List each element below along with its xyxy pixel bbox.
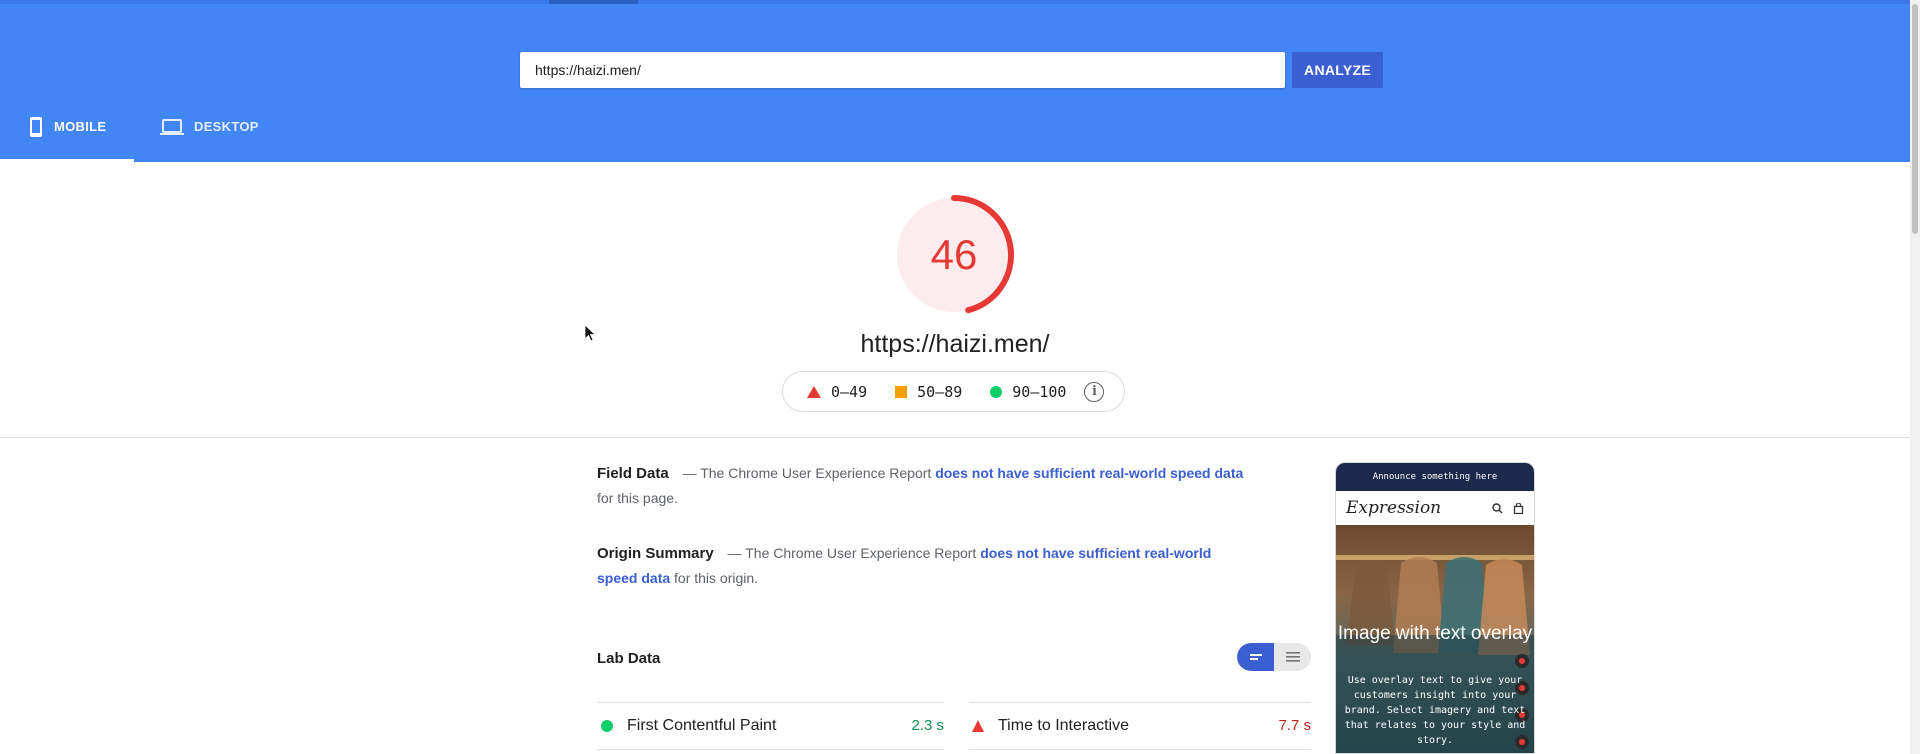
- preview-logo: Expression: [1346, 498, 1442, 518]
- field-data-title: Field Data: [597, 465, 669, 482]
- mouse-cursor-icon: [585, 325, 597, 342]
- metric-divider: [969, 749, 1311, 750]
- preview-nav: Expression: [1336, 491, 1534, 525]
- header-top-edge: [0, 0, 1910, 4]
- legend-average: 50–89: [895, 383, 962, 401]
- page-scrollbar[interactable]: [1910, 0, 1920, 754]
- detailed-view-toggle[interactable]: [1274, 643, 1311, 671]
- origin-summary-prefix: — The Chrome User Experience Report: [727, 545, 977, 561]
- preview-hero-body: Use overlay text to give your customers …: [1344, 675, 1526, 746]
- preview-announcement-bar: Announce something here: [1336, 463, 1534, 491]
- legend-pass-range: 90–100: [1012, 382, 1067, 401]
- circle-icon: [990, 385, 1003, 398]
- header-bar: ANALYZE MOBILE DESKTOP: [0, 0, 1910, 162]
- analyze-button[interactable]: ANALYZE: [1292, 52, 1383, 88]
- info-icon[interactable]: i: [1084, 381, 1105, 402]
- preview-hero-image: Image with text overlay Use overlay text…: [1336, 525, 1534, 753]
- field-data-link[interactable]: does not have sufficient real-world spee…: [935, 465, 1243, 481]
- full-list-icon: [1285, 652, 1300, 662]
- tab-desktop-label: DESKTOP: [194, 119, 259, 134]
- score-value: 46: [930, 231, 978, 278]
- legend-fail-range: 0–49: [831, 382, 868, 401]
- url-input[interactable]: [520, 52, 1285, 88]
- preview-hero-title: Image with text overlay: [1337, 623, 1533, 644]
- origin-summary-section: Origin Summary — The Chrome User Experie…: [597, 541, 1247, 590]
- scrollbar-thumb[interactable]: [1912, 4, 1918, 234]
- metric-time-to-interactive: Time to Interactive 7.7 s: [969, 702, 1311, 750]
- origin-summary-suffix: for this origin.: [674, 570, 759, 586]
- section-divider: [0, 437, 1910, 438]
- phone-icon: [28, 116, 44, 141]
- metric-label: Time to Interactive: [998, 716, 1130, 734]
- square-icon: [895, 385, 908, 398]
- lab-data-title: Lab Data: [597, 650, 661, 667]
- compact-list-icon: [1249, 654, 1262, 660]
- metric-divider: [597, 749, 944, 750]
- metric-first-contentful-paint: First Contentful Paint 2.3 s: [597, 702, 944, 750]
- pass-circle-icon: [601, 719, 613, 732]
- legend-average-range: 50–89: [917, 382, 963, 401]
- page-screenshot-preview: Announce something here Expression Image…: [1335, 462, 1535, 754]
- origin-summary-title: Origin Summary: [597, 545, 714, 562]
- summary-view-toggle[interactable]: [1237, 643, 1274, 671]
- triangle-icon: [807, 385, 821, 398]
- legend-fail: 0–49: [807, 383, 867, 401]
- field-data-section: Field Data — The Chrome User Experience …: [597, 461, 1247, 510]
- legend-pass: 90–100: [990, 383, 1066, 401]
- fail-triangle-icon: [972, 719, 984, 732]
- metric-value: 2.3 s: [911, 717, 944, 734]
- score-legend: 0–49 50–89 90–100 i: [782, 371, 1125, 412]
- field-data-prefix: — The Chrome User Experience Report: [682, 465, 932, 481]
- bag-icon: [1513, 502, 1524, 514]
- metric-value: 7.7 s: [1278, 717, 1311, 734]
- view-toggle[interactable]: [1237, 643, 1311, 671]
- tab-mobile-label: MOBILE: [54, 119, 107, 134]
- laptop-icon: [160, 116, 184, 141]
- preview-nav-icons: [1492, 502, 1524, 514]
- tab-mobile[interactable]: MOBILE: [28, 116, 134, 162]
- search-icon: [1492, 502, 1503, 513]
- page-url: https://haizi.men/: [860, 330, 1050, 358]
- tab-desktop[interactable]: DESKTOP: [160, 116, 290, 162]
- metric-label: First Contentful Paint: [627, 716, 777, 734]
- active-tab-indicator: [0, 159, 134, 162]
- field-data-suffix: for this page.: [597, 490, 678, 506]
- header-top-tab-indicator: [549, 0, 638, 4]
